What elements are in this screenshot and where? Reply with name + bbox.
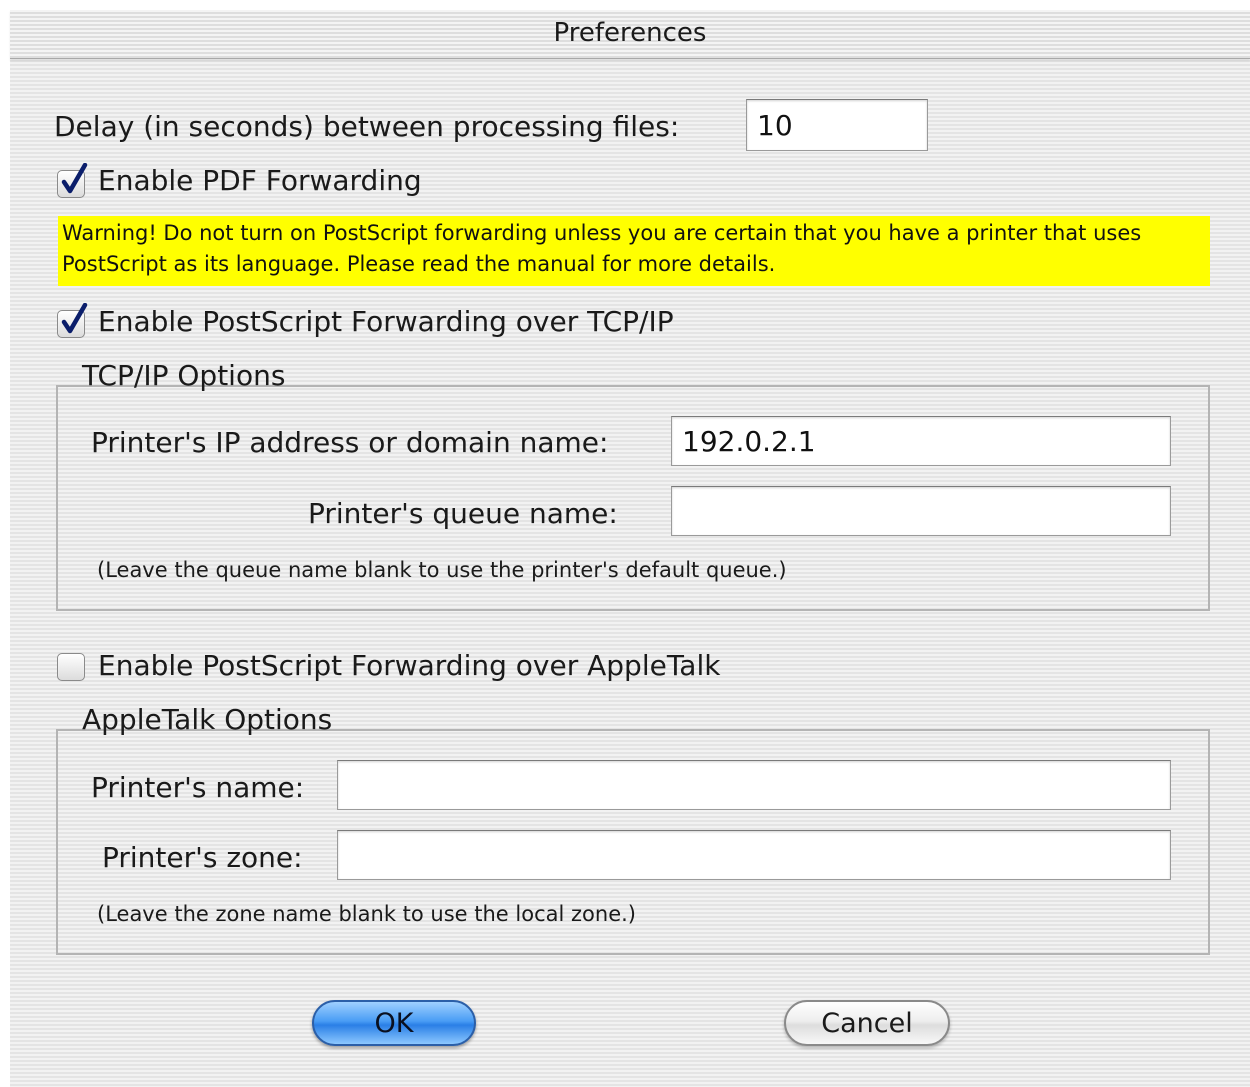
tcpip-forwarding-label: Enable PostScript Forwarding over TCP/IP (98, 305, 674, 338)
checkmark-icon (61, 303, 88, 334)
appletalk-forwarding-label: Enable PostScript Forwarding over AppleT… (98, 649, 721, 682)
cancel-button[interactable]: Cancel (784, 1000, 950, 1046)
delay-input[interactable]: 10 (746, 99, 928, 151)
printer-name-label: Printer's name: (91, 771, 305, 804)
queue-name-input[interactable] (671, 486, 1171, 536)
appletalk-forwarding-checkbox[interactable] (57, 653, 85, 681)
tcpip-forwarding-checkbox[interactable] (57, 303, 88, 338)
warning-text: Warning! Do not turn on PostScript forwa… (62, 221, 1142, 276)
title-bar[interactable]: Preferences (10, 10, 1250, 59)
preferences-window: Preferences Delay (in seconds) between p… (10, 10, 1250, 1087)
ok-button[interactable]: OK (312, 1000, 476, 1046)
pdf-forwarding-label: Enable PDF Forwarding (98, 164, 422, 197)
printer-name-input[interactable] (337, 760, 1171, 810)
printer-zone-label: Printer's zone: (102, 841, 303, 874)
tcpip-options-legend: TCP/IP Options (82, 359, 286, 392)
ip-address-label: Printer's IP address or domain name: (91, 426, 609, 459)
printer-zone-input[interactable] (337, 830, 1171, 880)
queue-name-label: Printer's queue name: (308, 497, 618, 530)
checkmark-icon (61, 163, 88, 194)
appletalk-options-legend: AppleTalk Options (82, 703, 333, 736)
queue-name-note: (Leave the queue name blank to use the p… (97, 558, 787, 582)
window-title: Preferences (553, 18, 707, 48)
delay-value: 10 (757, 108, 793, 142)
zone-name-note: (Leave the zone name blank to use the lo… (97, 902, 636, 926)
ip-address-value: 192.0.2.1 (682, 424, 816, 458)
delay-label: Delay (in seconds) between processing fi… (54, 110, 680, 143)
ip-address-input[interactable]: 192.0.2.1 (671, 416, 1171, 466)
pdf-forwarding-checkbox[interactable] (57, 163, 88, 198)
warning-banner: Warning! Do not turn on PostScript forwa… (58, 216, 1210, 286)
